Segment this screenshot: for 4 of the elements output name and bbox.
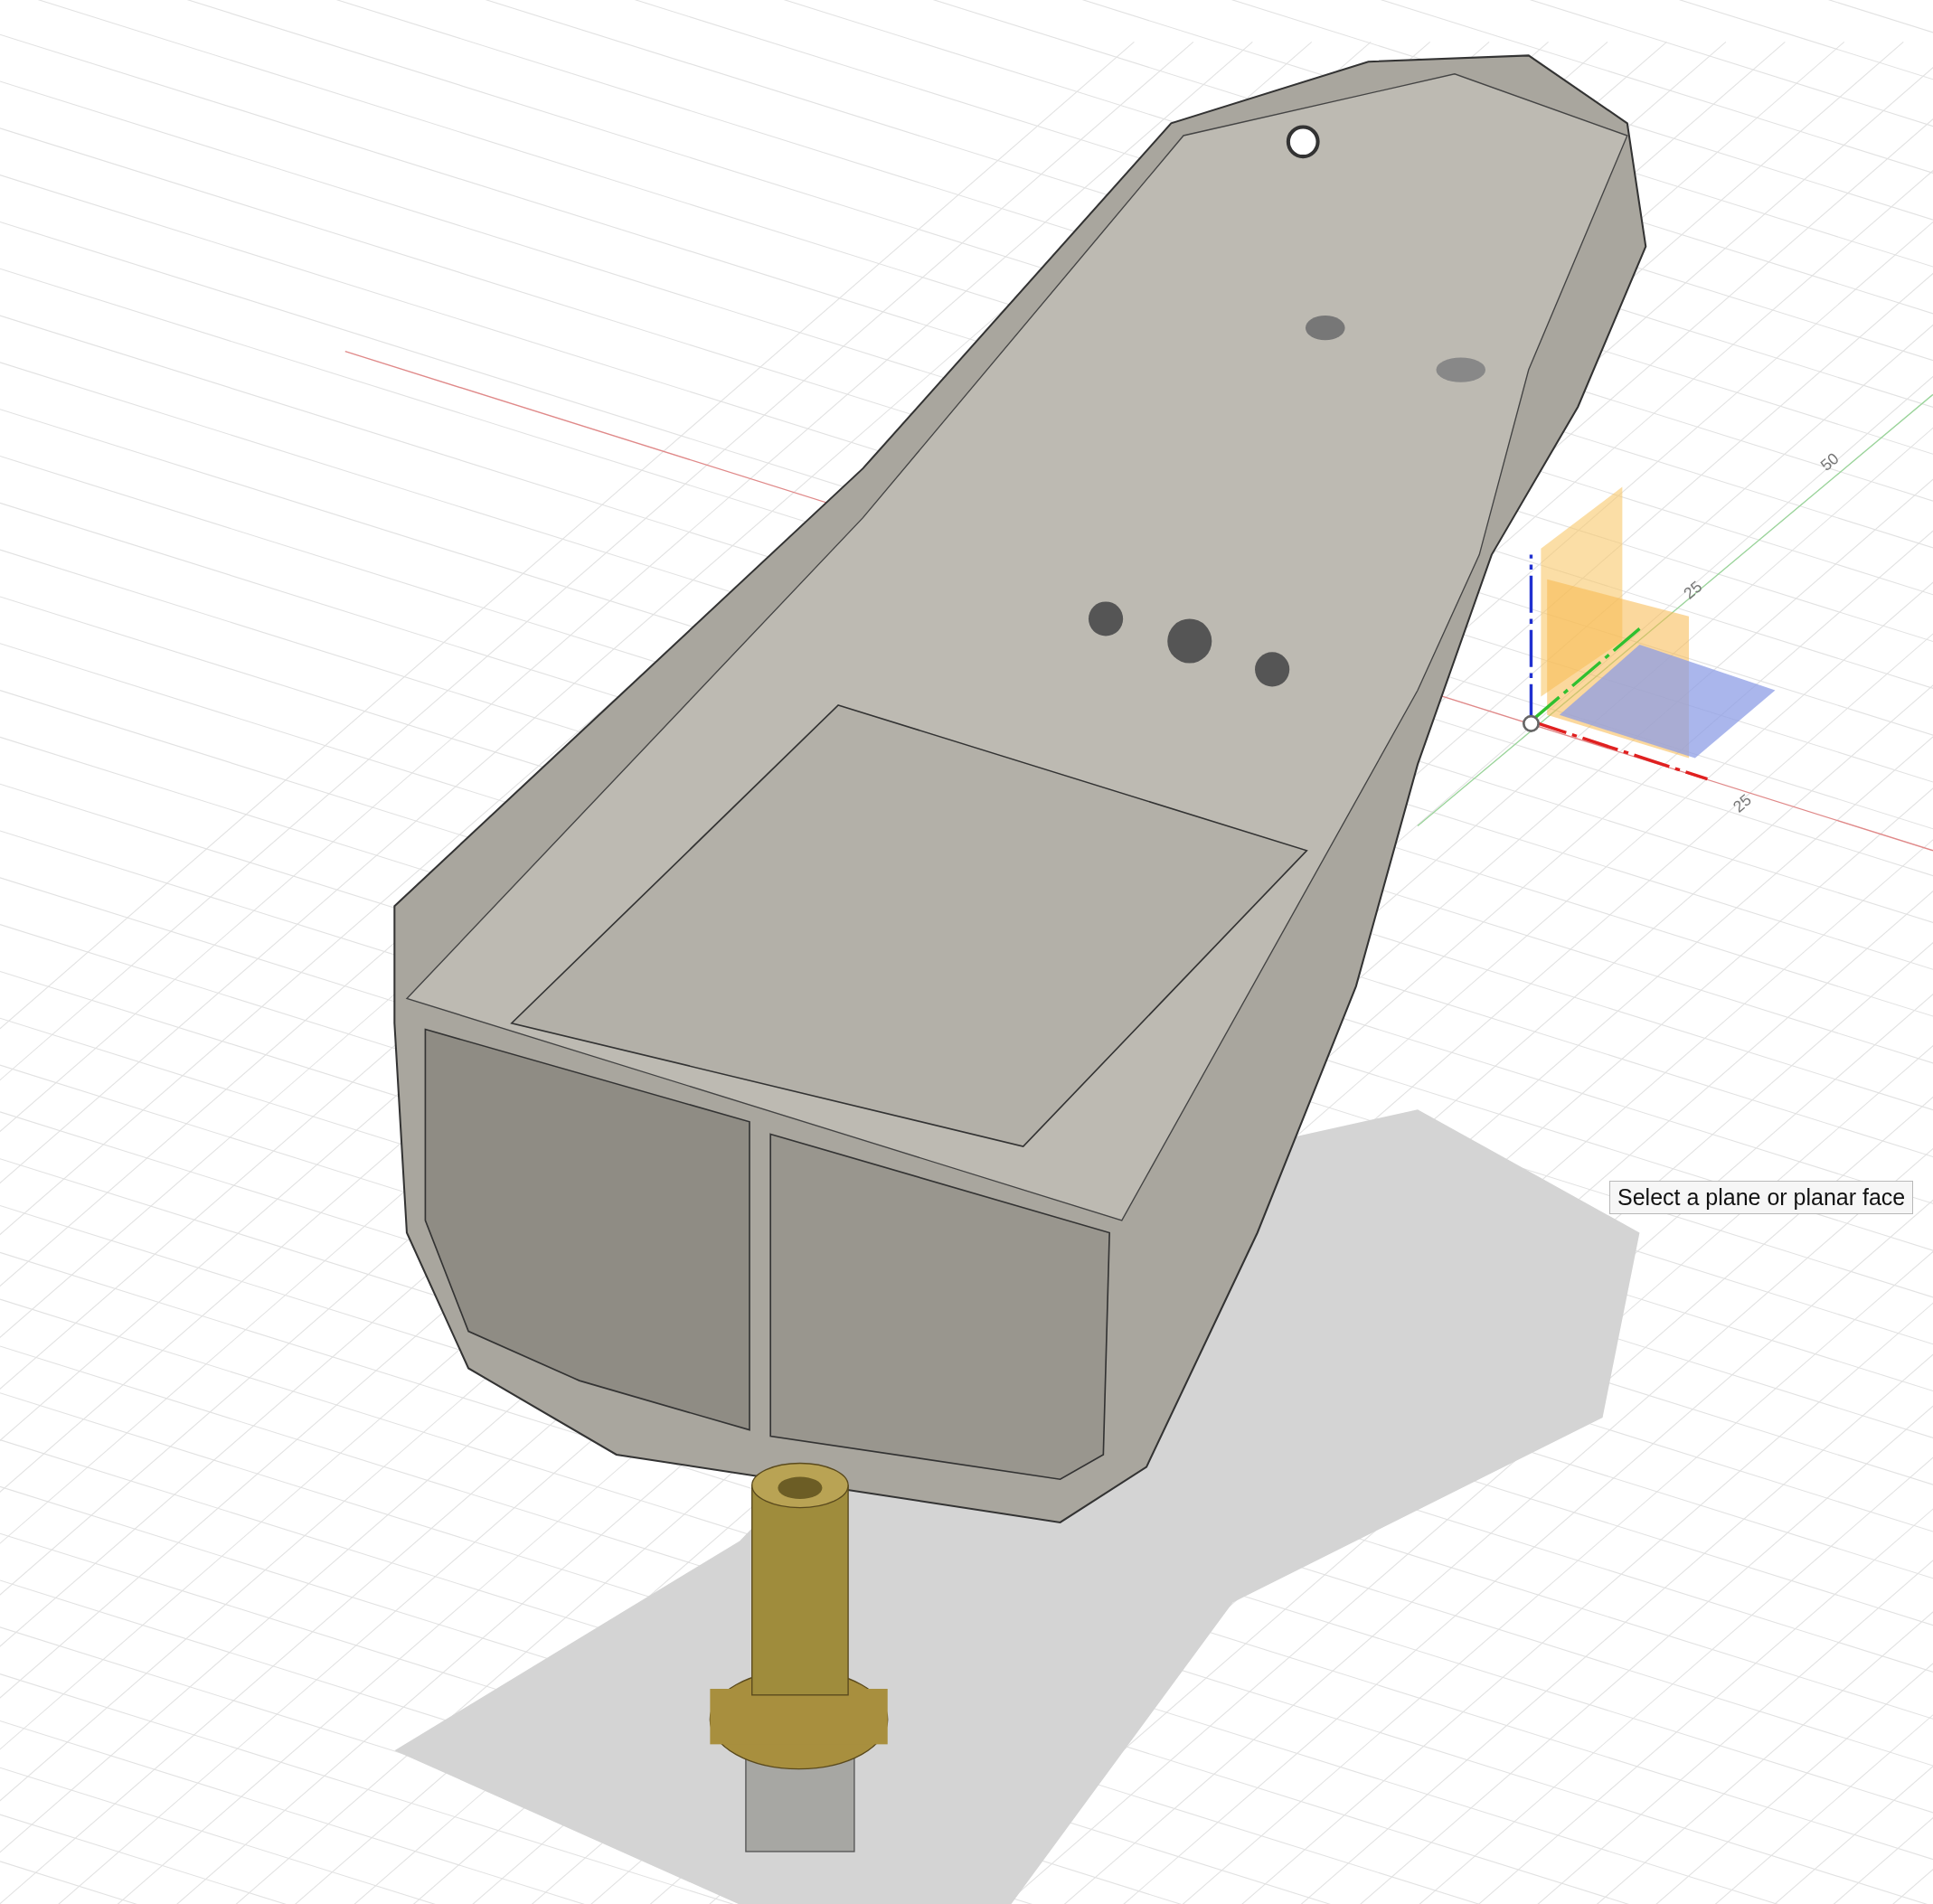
tooltip: Select a plane or planar face xyxy=(1609,1181,1914,1214)
axis-tick-label: 50 xyxy=(1816,448,1843,475)
axis-tick-label: 25 xyxy=(1729,790,1755,816)
axis-tick-label: 25 xyxy=(1680,577,1706,603)
